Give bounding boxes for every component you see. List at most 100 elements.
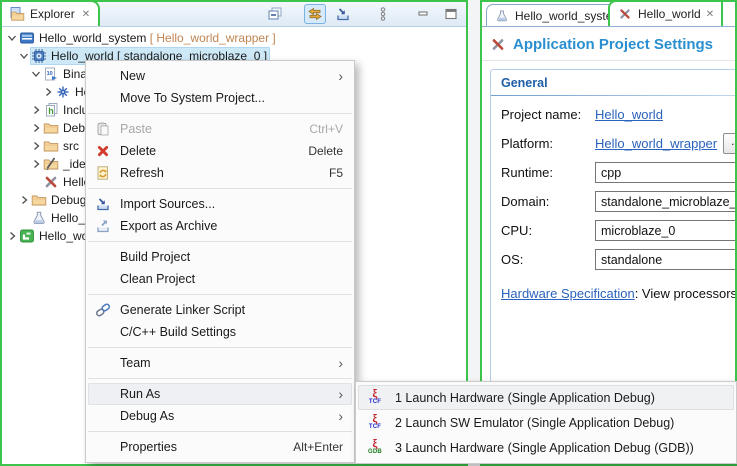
menu-item-clean-project[interactable]: Clean Project (88, 268, 352, 290)
icon-spacer (94, 324, 112, 340)
tree-item-hello-world-system[interactable]: Hello_world_system [ Hello_world_wrapper… (2, 29, 466, 47)
submenu-item-launch-sw-emulator[interactable]: ξ TCF 2 Launch SW Emulator (Single Appli… (358, 410, 734, 435)
chevron-down-icon[interactable] (30, 68, 42, 80)
menu-separator (88, 113, 352, 114)
chevron-right-icon[interactable] (6, 230, 18, 242)
tree-item-decoration: [ Hello_world_wrapper ] (146, 31, 275, 45)
menu-item-c-cpp-build-settings[interactable]: C/C++ Build Settings (88, 321, 352, 343)
menu-separator (88, 347, 352, 348)
paste-icon (94, 121, 112, 137)
os-input[interactable] (595, 249, 737, 270)
tree-item-label: Hello_world_system [ Hello_world_wrapper… (39, 31, 276, 45)
general-section: General Project name: Hello_world Platfo… (490, 69, 737, 430)
menu-separator (88, 431, 352, 432)
import-icon (94, 196, 112, 212)
cpu-input[interactable] (595, 220, 737, 241)
folder-icon (43, 138, 59, 154)
runtime-row: Runtime: (501, 162, 737, 183)
tree-item-label: _ide (63, 157, 86, 171)
explorer-tabbar: Explorer ✕ (2, 2, 466, 27)
vitis-ide-screen: Explorer ✕ (0, 0, 737, 466)
hardware-spec-suffix: : View processors, mem (635, 286, 737, 301)
tab-label: Hello_world (638, 7, 701, 21)
menu-item-delete[interactable]: Delete Delete (88, 140, 352, 162)
svg-text:h: h (48, 106, 54, 116)
tools-icon (617, 6, 633, 22)
platform-project-icon (19, 228, 35, 244)
menu-item-paste[interactable]: Paste Ctrl+V (88, 118, 352, 140)
chevron-right-icon[interactable] (30, 158, 42, 170)
section-divider (491, 95, 737, 96)
menu-item-debug-as[interactable]: Debug As › (88, 405, 352, 427)
icon-spacer (94, 90, 112, 106)
icon-spacer (94, 408, 112, 424)
menu-item-refresh[interactable]: Refresh F5 (88, 162, 352, 184)
menu-separator (88, 294, 352, 295)
submenu-item-launch-hardware[interactable]: ξ TCF 1 Launch Hardware (Single Applicat… (358, 385, 734, 410)
folder-edit-icon (43, 156, 59, 172)
folder-icon (31, 192, 47, 208)
minimize-button[interactable] (412, 4, 434, 24)
chevron-right-icon[interactable] (30, 140, 42, 152)
icon-spacer (94, 355, 112, 371)
platform-browse-button[interactable]: ... (723, 133, 737, 154)
icon-spacer (94, 68, 112, 84)
project-name-row: Project name: Hello_world (501, 104, 737, 125)
domain-label: Domain: (501, 194, 595, 209)
platform-label: Platform: (501, 136, 595, 151)
tab-explorer[interactable]: Explorer ✕ (2, 0, 100, 26)
chevron-right-icon[interactable] (30, 122, 42, 134)
platform-link[interactable]: Hello_world_wrapper (595, 136, 717, 151)
link-with-editor-toggle[interactable] (304, 4, 326, 24)
cpu-label: CPU: (501, 223, 595, 238)
elf-binary-icon (55, 84, 71, 100)
tree-item-label: src (63, 139, 79, 153)
submenu-arrow-icon: › (338, 389, 343, 399)
menu-item-import-sources[interactable]: Import Sources... (88, 193, 352, 215)
svg-text:10: 10 (47, 71, 53, 77)
runtime-input[interactable] (595, 162, 737, 183)
menu-item-run-as[interactable]: Run As › (88, 383, 352, 405)
chevron-down-icon[interactable] (18, 50, 30, 62)
maximize-button[interactable] (440, 4, 462, 24)
menu-item-new[interactable]: New › (88, 65, 352, 87)
menu-item-properties[interactable]: Properties Alt+Enter (88, 436, 352, 458)
system-project-icon (19, 30, 35, 46)
launch-gdb-icon: ξ GDB (365, 440, 385, 455)
submenu-arrow-icon: › (338, 411, 343, 421)
page-title: Application Project Settings (482, 27, 735, 61)
launch-tcf-icon: ξ TCF (365, 415, 385, 430)
icon-spacer (94, 439, 112, 455)
menu-separator (88, 241, 352, 242)
icon-spacer (94, 271, 112, 287)
hardware-specification-link[interactable]: Hardware Specification (501, 286, 635, 301)
menu-item-export-as-archive[interactable]: Export as Archive (88, 215, 352, 237)
tree-item-label: Debug (51, 193, 86, 207)
close-icon[interactable]: ✕ (706, 9, 714, 20)
project-name-link[interactable]: Hello_world (595, 107, 663, 122)
menu-item-build-project[interactable]: Build Project (88, 246, 352, 268)
menu-item-move-to-system-project[interactable]: Move To System Project... (88, 87, 352, 109)
focus-on-active-task-button[interactable] (332, 4, 354, 24)
close-icon[interactable]: ✕ (82, 9, 90, 20)
project-name-label: Project name: (501, 107, 595, 122)
tab-hello-world[interactable]: Hello_world ✕ (608, 0, 723, 26)
flask-icon (31, 210, 47, 226)
submenu-item-launch-hardware-gdb[interactable]: ξ GDB 3 Launch Hardware (Single Applicat… (358, 435, 734, 460)
collapse-all-button[interactable] (264, 4, 286, 24)
refresh-icon (94, 165, 112, 181)
chevron-right-icon[interactable] (30, 104, 42, 116)
domain-input[interactable] (595, 191, 737, 212)
section-title: General (491, 70, 737, 95)
chevron-spacer (18, 212, 30, 224)
context-menu: New › Move To System Project... Paste Ct… (85, 60, 355, 463)
tab-label: Hello_world_system (515, 9, 622, 23)
menu-item-team[interactable]: Team › (88, 352, 352, 374)
view-menu-button[interactable] (372, 4, 394, 24)
menu-item-generate-linker-script[interactable]: Generate Linker Script (88, 299, 352, 321)
submenu-arrow-icon: › (338, 71, 343, 81)
chevron-right-icon[interactable] (18, 194, 30, 206)
chevron-down-icon[interactable] (6, 32, 18, 44)
run-as-submenu: ξ TCF 1 Launch Hardware (Single Applicat… (355, 381, 737, 464)
chevron-right-icon[interactable] (42, 86, 54, 98)
